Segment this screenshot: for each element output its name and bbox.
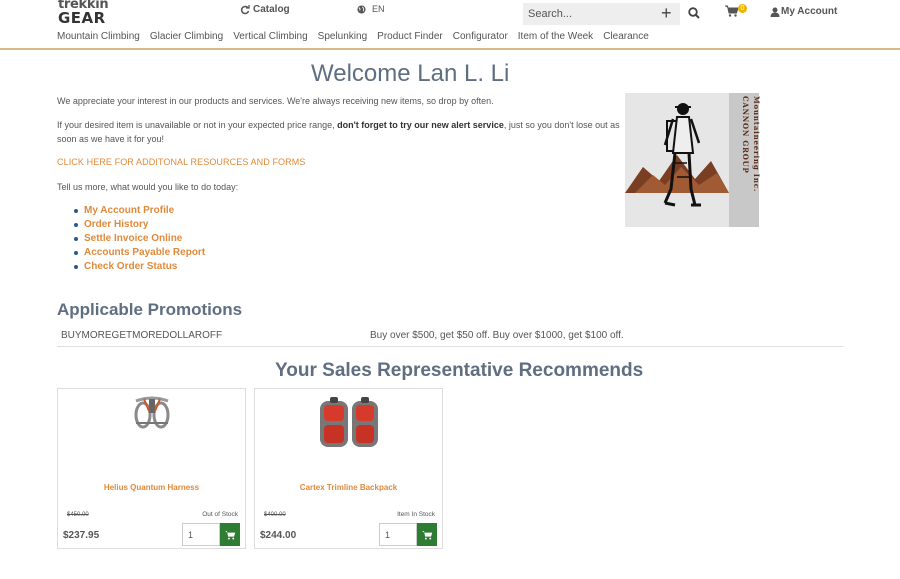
mountaineer-illustration (625, 93, 759, 227)
nav-vertical-climbing[interactable]: Vertical Climbing (233, 31, 307, 42)
promotion-row: BUYMOREGETMOREDOLLAROFF Buy over $500, g… (57, 325, 843, 347)
nav-mountain-climbing[interactable]: Mountain Climbing (57, 31, 140, 42)
link-my-account-profile[interactable]: My Account Profile (74, 204, 205, 218)
alert-text-bold: don't forget to try our new alert servic… (337, 120, 504, 130)
resources-link[interactable]: CLICK HERE FOR ADDITONAL RESOURCES AND F… (57, 157, 305, 167)
product-name-link[interactable]: Cartex Trimline Backpack (255, 483, 442, 492)
link-settle-invoice[interactable]: Settle Invoice Online (74, 232, 205, 246)
catalog-label: Catalog (253, 4, 290, 15)
tell-us-text: Tell us more, what would you like to do … (57, 182, 239, 192)
alert-service-text: If your desired item is unavailable or n… (57, 118, 627, 146)
cart-icon (421, 530, 432, 539)
add-to-cart-button[interactable] (220, 523, 240, 546)
product-card: Helius Quantum Harness $450.00 Out of St… (57, 388, 246, 549)
original-price: $450.00 (67, 512, 89, 518)
add-plus-icon[interactable]: + (661, 2, 672, 24)
nav-clearance[interactable]: Clearance (603, 31, 649, 42)
alert-text-pre: If your desired item is unavailable or n… (57, 120, 338, 130)
search-icon[interactable] (688, 7, 700, 19)
cannon-group-logo-image (625, 93, 759, 227)
product-image-link[interactable] (255, 395, 442, 455)
catalog-button[interactable]: Catalog (240, 4, 290, 15)
harness-image (134, 396, 169, 429)
language-label: EN (372, 4, 385, 14)
cart-icon (224, 530, 235, 539)
promotion-description: Buy over $500, get $50 off. Buy over $10… (370, 330, 624, 341)
logo-line-2: GEAR (58, 9, 106, 27)
stock-status: Out of Stock (202, 511, 238, 518)
product-image-link[interactable] (58, 395, 245, 455)
nav-glacier-climbing[interactable]: Glacier Climbing (150, 31, 223, 42)
backpack-image (319, 397, 378, 447)
nav-item-of-the-week[interactable]: Item of the Week (518, 31, 593, 42)
my-account-label: My Account (781, 6, 838, 17)
quick-links: My Account Profile Order History Settle … (74, 204, 205, 274)
my-account-button[interactable]: My Account (770, 6, 837, 17)
nav-spelunking[interactable]: Spelunking (318, 31, 367, 42)
promotions-title: Applicable Promotions (57, 300, 243, 319)
main-nav: Mountain Climbing Glacier Climbing Verti… (57, 31, 659, 42)
cart-count-badge: 0 (738, 4, 747, 13)
refresh-icon (240, 4, 250, 14)
product-name-link[interactable]: Helius Quantum Harness (58, 483, 245, 492)
link-order-history[interactable]: Order History (74, 218, 205, 232)
welcome-heading: Welcome Lan L. Li (311, 60, 510, 87)
nav-product-finder[interactable]: Product Finder (377, 31, 443, 42)
sale-price: $237.95 (63, 530, 100, 541)
link-accounts-payable[interactable]: Accounts Payable Report (74, 246, 205, 260)
search-input[interactable] (523, 3, 680, 25)
promotion-code: BUYMOREGETMOREDOLLAROFF (61, 330, 223, 341)
intro-text: We appreciate your interest in our produ… (57, 96, 494, 106)
cart-icon[interactable] (725, 5, 739, 17)
add-to-cart-button[interactable] (417, 523, 437, 546)
nav-configurator[interactable]: Configurator (453, 31, 508, 42)
site-header: trekkin GEAR Catalog EN + 0 My Account (0, 0, 900, 50)
recommendations-title: Your Sales Representative Recommends (275, 360, 644, 381)
stock-status: Item In Stock (397, 511, 435, 518)
sale-price: $244.00 (260, 530, 297, 541)
quantity-input[interactable] (182, 523, 220, 546)
globe-icon (357, 4, 366, 14)
user-icon (770, 7, 780, 17)
language-selector[interactable]: EN (357, 4, 385, 14)
original-price: $400.00 (264, 512, 286, 518)
quantity-input[interactable] (379, 523, 417, 546)
link-check-order-status[interactable]: Check Order Status (74, 260, 205, 274)
product-card: Cartex Trimline Backpack $400.00 Item In… (254, 388, 443, 549)
trekkin-gear-logo[interactable]: trekkin GEAR (58, 0, 109, 27)
